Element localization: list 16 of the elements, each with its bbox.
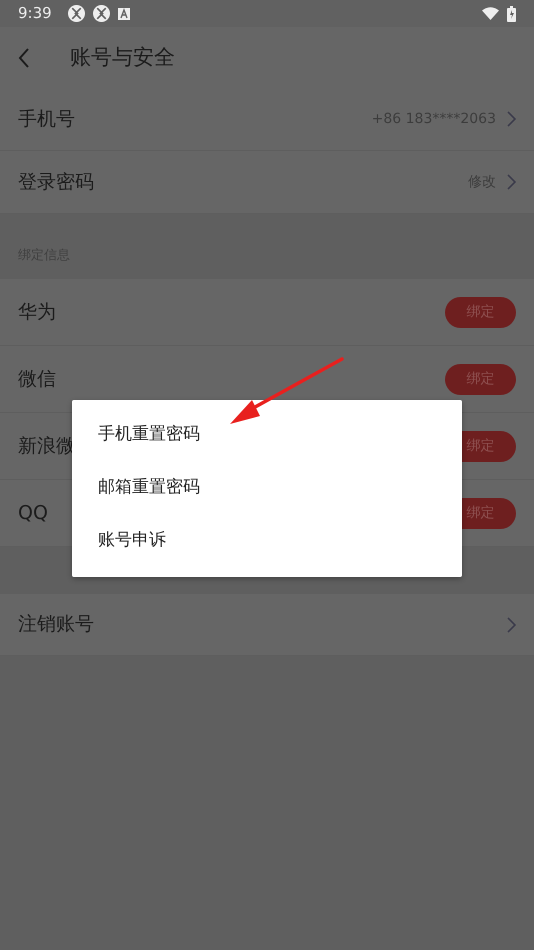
settings-row[interactable]: 注销账号 [0,594,534,656]
row-label: 华为 [18,300,56,325]
status-time: 9:39 [18,3,52,24]
row-label: QQ [18,500,48,526]
row-label: 手机号 [18,106,75,132]
row-label: 登录密码 [18,170,94,195]
row-label: 注销账号 [18,612,94,638]
keyboard-icon [118,8,130,20]
chevron-right-icon [506,174,516,190]
wifi-icon [482,7,499,20]
row-label: 微信 [18,366,56,392]
battery-charging-icon [507,6,516,22]
page-title: 账号与安全 [70,44,175,71]
chevron-right-icon [506,111,516,127]
back-button[interactable] [18,46,30,70]
chevron-right-icon [506,616,516,632]
